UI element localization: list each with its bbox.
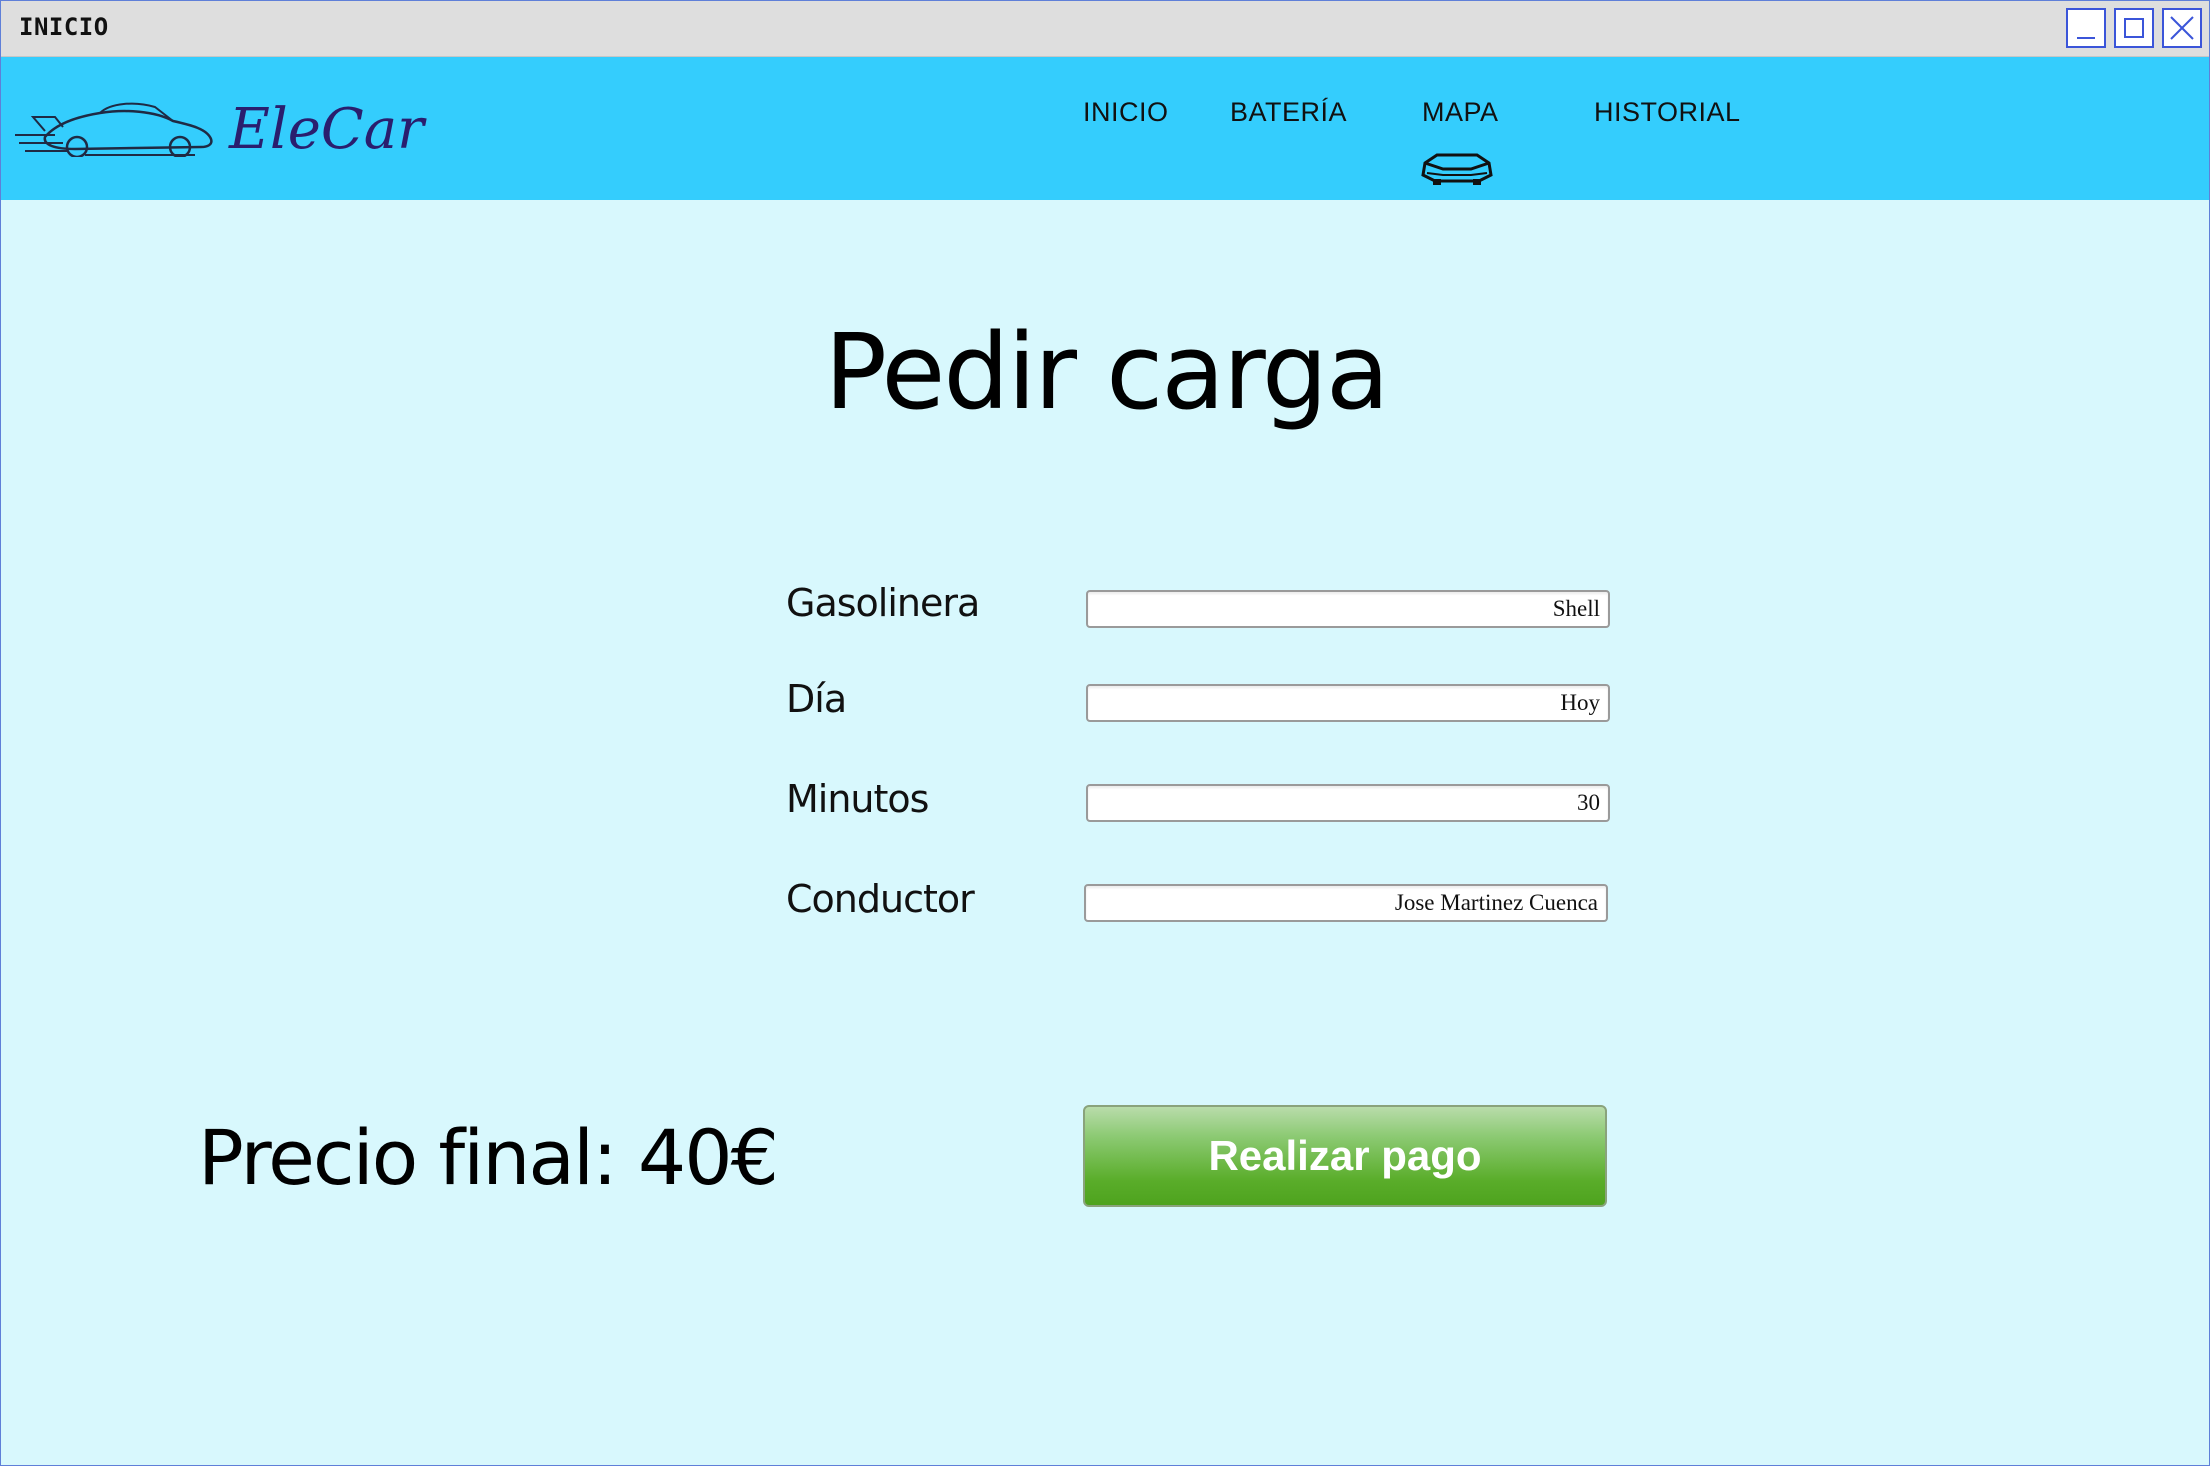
close-icon — [2170, 16, 2194, 40]
top-navbar: EleCar INICIO BATERÍA MAPA HISTORIAL — [1, 57, 2209, 200]
page-title: Pedir carga — [824, 311, 1389, 433]
realizar-pago-button[interactable]: Realizar pago — [1083, 1105, 1607, 1207]
nav-item-inicio[interactable]: INICIO — [1083, 97, 1169, 128]
minutos-input[interactable] — [1086, 784, 1610, 822]
dia-label: Día — [786, 677, 847, 721]
app-window: INICIO EleCar INICIO BATERÍA MAPA HISTOR… — [0, 0, 2210, 1466]
close-button[interactable] — [2162, 8, 2202, 48]
nav-item-historial[interactable]: HISTORIAL — [1594, 97, 1741, 128]
minutos-label: Minutos — [786, 777, 929, 821]
nav-item-mapa[interactable]: MAPA — [1422, 97, 1499, 128]
conductor-input[interactable] — [1084, 884, 1608, 922]
conductor-label: Conductor — [786, 877, 975, 921]
maximize-button[interactable] — [2114, 8, 2154, 48]
final-price-text: Precio final: 40€ — [198, 1113, 779, 1202]
minimize-button[interactable] — [2066, 8, 2106, 48]
car-logo-icon — [15, 102, 213, 157]
maximize-icon — [2124, 18, 2144, 38]
gasolinera-input[interactable] — [1086, 590, 1610, 628]
dia-input[interactable] — [1086, 684, 1610, 722]
title-bar: INICIO — [1, 1, 2209, 57]
active-car-icon — [1421, 153, 1493, 185]
nav-item-bateria[interactable]: BATERÍA — [1230, 97, 1347, 128]
minimize-icon — [2077, 37, 2095, 39]
window-title: INICIO — [19, 13, 109, 41]
brand-logo-text: EleCar — [229, 97, 424, 162]
gasolinera-label: Gasolinera — [786, 581, 980, 625]
